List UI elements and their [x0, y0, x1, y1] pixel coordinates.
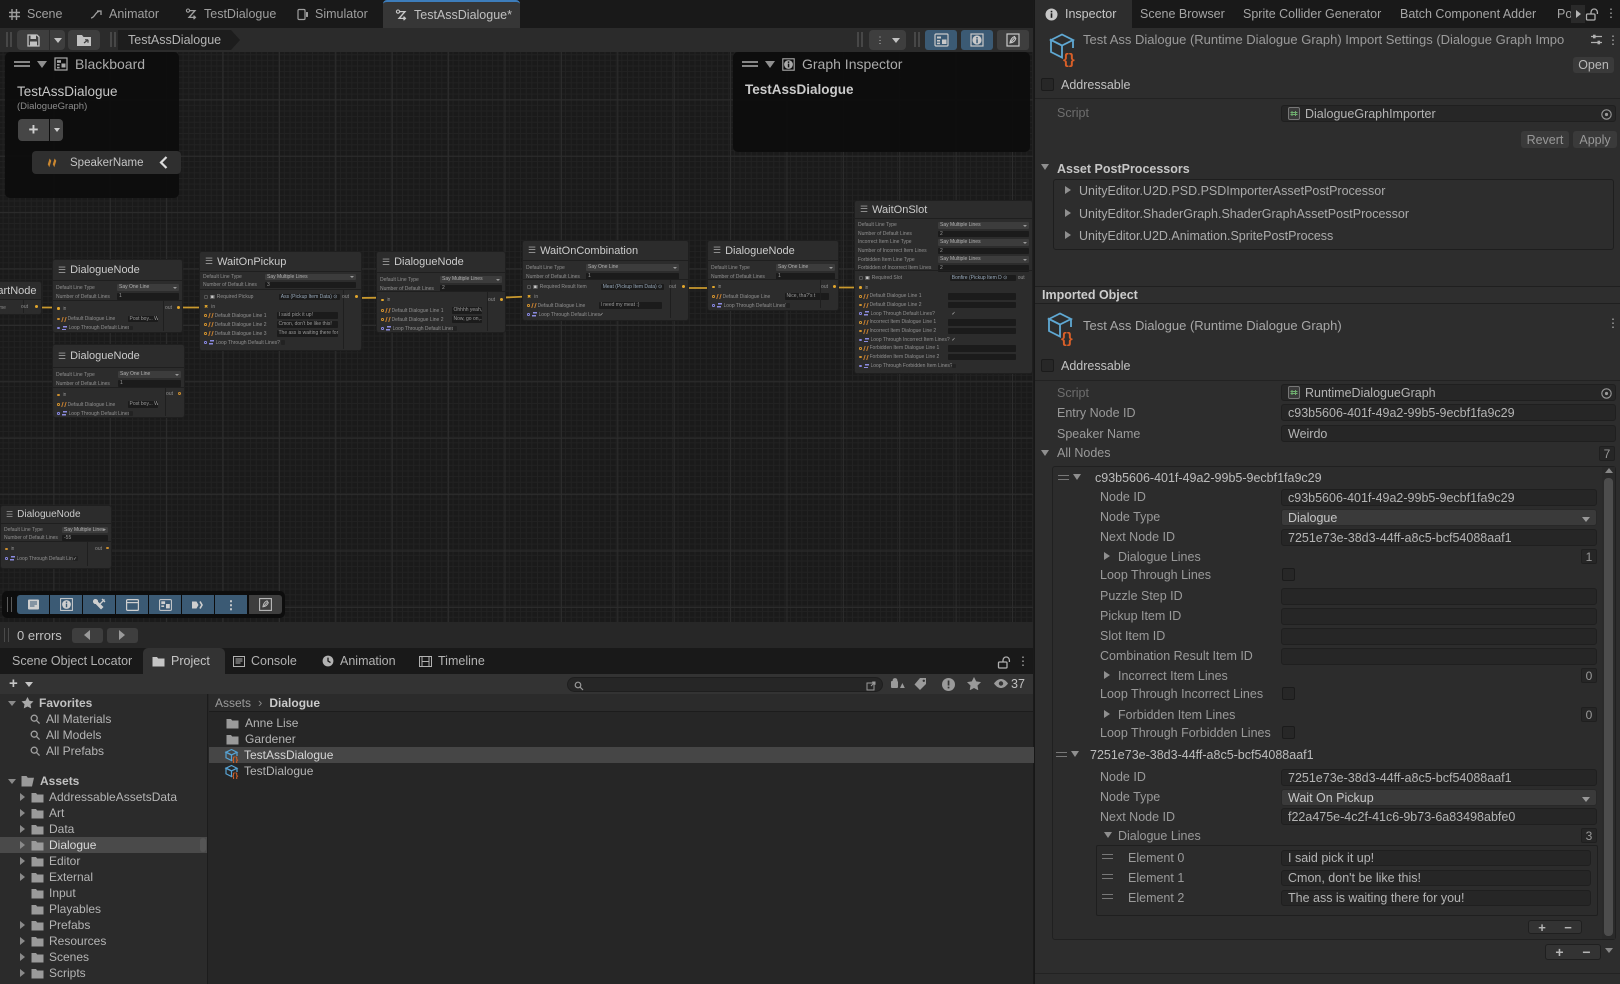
- svg-text:{}: {}: [232, 771, 238, 779]
- svg-text:{}: {}: [232, 755, 238, 763]
- svg-text:{}: {}: [1061, 330, 1073, 346]
- svg-text:{}: {}: [1063, 51, 1075, 67]
